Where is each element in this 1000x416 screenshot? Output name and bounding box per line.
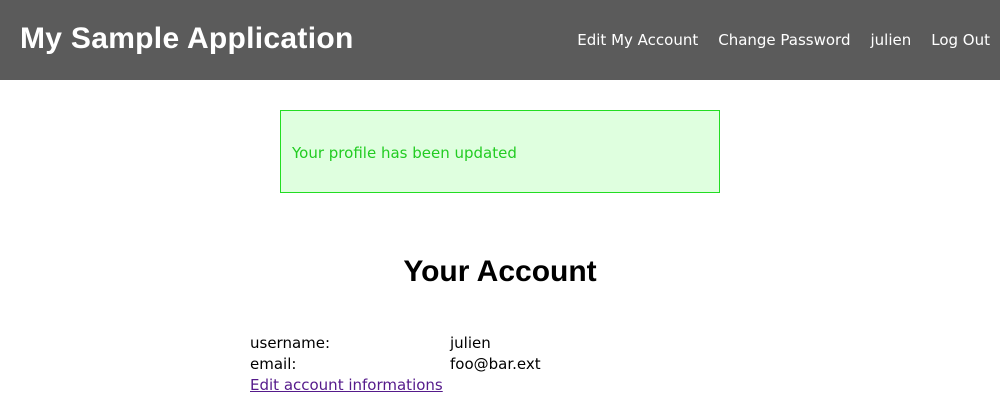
email-label: email:: [250, 355, 297, 373]
flash-success-message: Your profile has been updated: [280, 110, 720, 193]
flash-message-text: Your profile has been updated: [292, 144, 517, 162]
username-label: username:: [250, 334, 331, 352]
edit-account-link[interactable]: Edit account informations: [250, 376, 443, 394]
nav-edit-my-account-link[interactable]: Edit My Account: [577, 30, 698, 50]
email-value: foo@bar.ext: [450, 355, 541, 373]
email-row: email: foo@bar.ext: [250, 354, 541, 375]
app-header: My Sample Application Edit My Account Ch…: [0, 0, 1000, 80]
username-row: username: julien: [250, 333, 541, 354]
nav-username-link[interactable]: julien: [870, 30, 911, 50]
nav-log-out-link[interactable]: Log Out: [931, 30, 990, 50]
username-value: julien: [450, 334, 491, 352]
nav-change-password-link[interactable]: Change Password: [718, 30, 850, 50]
app-title: My Sample Application: [20, 22, 354, 55]
page-title: Your Account: [403, 255, 597, 288]
top-nav: Edit My Account Change Password julien L…: [577, 30, 990, 50]
account-details: username: julien email: foo@bar.ext Edit…: [250, 333, 541, 396]
